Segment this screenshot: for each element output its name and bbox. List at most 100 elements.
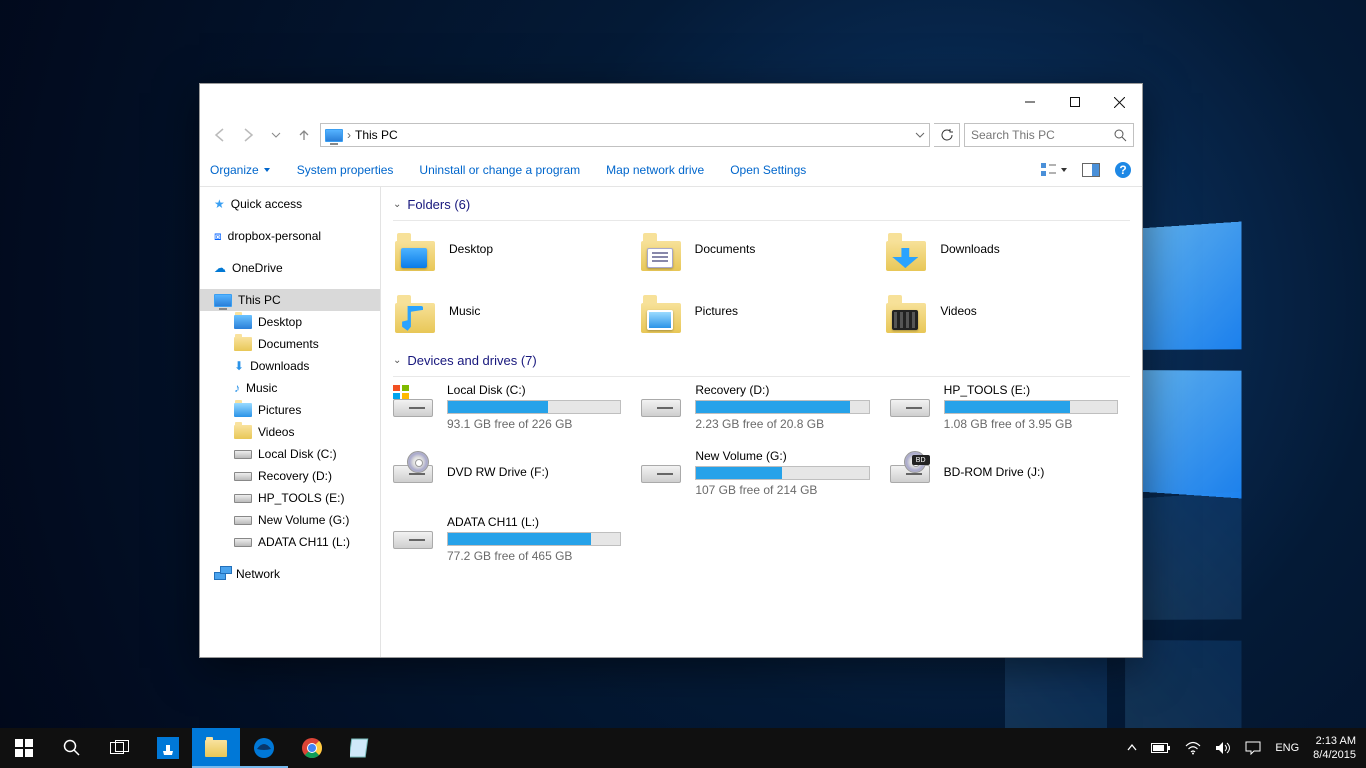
drive-hptools-e[interactable]: HP_TOOLS (E:)1.08 GB free of 3.95 GB <box>890 383 1130 431</box>
folder-music[interactable]: Music <box>393 289 639 333</box>
chevron-down-icon: ⌄ <box>393 199 401 210</box>
usage-bar <box>448 533 591 545</box>
drive-dvd-f[interactable]: DVD RW Drive (F:) <box>393 449 633 497</box>
folder-downloads[interactable]: Downloads <box>884 227 1130 271</box>
hdd-icon <box>234 538 252 547</box>
download-icon: ⬇ <box>234 359 244 373</box>
command-bar: Organize System properties Uninstall or … <box>200 154 1142 187</box>
tray-language[interactable]: ENG <box>1275 742 1299 754</box>
dropbox-icon: ⧈ <box>214 229 222 244</box>
refresh-button[interactable] <box>934 123 960 147</box>
folder-pictures[interactable]: Pictures <box>639 289 885 333</box>
taskbar-app-edge[interactable] <box>240 728 288 768</box>
nav-this-pc[interactable]: This PC <box>200 289 380 311</box>
up-button[interactable] <box>292 123 316 147</box>
music-folder-icon <box>393 289 437 333</box>
folder-desktop[interactable]: Desktop <box>393 227 639 271</box>
hdd-icon <box>393 385 437 421</box>
tray-clock[interactable]: 2:13 AM 8/4/2015 <box>1313 734 1356 762</box>
search-input[interactable]: Search This PC <box>964 123 1134 147</box>
dvd-drive-icon <box>393 451 437 487</box>
preview-pane-button[interactable] <box>1082 163 1100 177</box>
folder-icon <box>234 425 252 439</box>
uninstall-program-button[interactable]: Uninstall or change a program <box>419 163 580 177</box>
usage-bar <box>696 401 849 413</box>
address-bar[interactable]: › This PC <box>320 123 930 147</box>
close-button[interactable] <box>1097 87 1142 117</box>
content-pane: ⌄ Folders (6) Desktop Documents Download… <box>381 187 1142 657</box>
forward-button[interactable] <box>236 123 260 147</box>
nav-onedrive[interactable]: ☁OneDrive <box>200 257 380 279</box>
folder-videos[interactable]: Videos <box>884 289 1130 333</box>
hdd-icon <box>641 385 685 421</box>
documents-folder-icon <box>639 227 683 271</box>
search-icon <box>1114 129 1127 142</box>
star-icon: ★ <box>214 197 225 211</box>
hdd-icon <box>641 451 685 487</box>
file-explorer-window: › This PC Search This PC Organize System… <box>199 83 1143 658</box>
desktop-folder-icon <box>393 227 437 271</box>
this-pc-icon <box>325 129 343 142</box>
usage-bar <box>945 401 1071 413</box>
nav-adata-l[interactable]: ADATA CH11 (L:) <box>200 531 380 553</box>
view-options-button[interactable] <box>1040 162 1068 178</box>
task-view-button[interactable] <box>96 728 144 768</box>
music-icon: ♪ <box>234 381 240 395</box>
tray-show-hidden-icon[interactable] <box>1127 743 1137 753</box>
maximize-button[interactable] <box>1052 87 1097 117</box>
search-placeholder: Search This PC <box>971 128 1055 142</box>
nav-local-disk-c[interactable]: Local Disk (C:) <box>200 443 380 465</box>
tray-wifi-icon[interactable] <box>1185 741 1201 755</box>
tray-volume-icon[interactable] <box>1215 741 1231 755</box>
recent-locations-button[interactable] <box>264 123 288 147</box>
nav-pictures[interactable]: Pictures <box>200 399 380 421</box>
system-tray: ENG 2:13 AM 8/4/2015 <box>1127 734 1366 762</box>
system-properties-button[interactable]: System properties <box>297 163 394 177</box>
open-settings-button[interactable]: Open Settings <box>730 163 806 177</box>
onedrive-icon: ☁ <box>214 261 226 275</box>
taskbar-app-store[interactable] <box>144 728 192 768</box>
window-titlebar[interactable] <box>200 84 1142 120</box>
minimize-button[interactable] <box>1007 87 1052 117</box>
hdd-icon <box>234 450 252 459</box>
drive-bdrom-j[interactable]: BD BD-ROM Drive (J:) <box>890 449 1130 497</box>
nav-videos[interactable]: Videos <box>200 421 380 443</box>
nav-newvolume-g[interactable]: New Volume (G:) <box>200 509 380 531</box>
drive-local-c[interactable]: Local Disk (C:)93.1 GB free of 226 GB <box>393 383 633 431</box>
drive-newvolume-g[interactable]: New Volume (G:)107 GB free of 214 GB <box>641 449 881 497</box>
taskbar: ENG 2:13 AM 8/4/2015 <box>0 728 1366 768</box>
folders-group-header[interactable]: ⌄ Folders (6) <box>393 191 1130 221</box>
help-button[interactable]: ? <box>1114 161 1132 179</box>
drives-group-header[interactable]: ⌄ Devices and drives (7) <box>393 347 1130 377</box>
pictures-folder-icon <box>639 289 683 333</box>
videos-folder-icon <box>884 289 928 333</box>
nav-documents[interactable]: Documents <box>200 333 380 355</box>
nav-dropbox[interactable]: ⧈dropbox-personal <box>200 225 380 247</box>
map-network-drive-button[interactable]: Map network drive <box>606 163 704 177</box>
nav-network[interactable]: Network <box>200 563 380 585</box>
breadcrumb[interactable]: This PC <box>355 128 398 142</box>
usage-bar <box>696 467 782 479</box>
nav-desktop[interactable]: Desktop <box>200 311 380 333</box>
drive-recovery-d[interactable]: Recovery (D:)2.23 GB free of 20.8 GB <box>641 383 881 431</box>
tray-battery-icon[interactable] <box>1151 742 1171 754</box>
nav-music[interactable]: ♪Music <box>200 377 380 399</box>
nav-recovery-d[interactable]: Recovery (D:) <box>200 465 380 487</box>
svg-text:?: ? <box>1119 163 1126 177</box>
back-button[interactable] <box>208 123 232 147</box>
organize-button[interactable]: Organize <box>210 163 271 177</box>
nav-downloads[interactable]: ⬇Downloads <box>200 355 380 377</box>
taskbar-app-notepad[interactable] <box>336 728 384 768</box>
folder-documents[interactable]: Documents <box>639 227 885 271</box>
search-button[interactable] <box>48 728 96 768</box>
start-button[interactable] <box>0 728 48 768</box>
tray-action-center-icon[interactable] <box>1245 741 1261 755</box>
drive-adata-l[interactable]: ADATA CH11 (L:)77.2 GB free of 465 GB <box>393 515 633 563</box>
addr-dropdown-icon[interactable] <box>915 130 925 140</box>
nav-quick-access[interactable]: ★Quick access <box>200 193 380 215</box>
network-icon <box>214 566 230 582</box>
hdd-icon <box>234 494 252 503</box>
nav-hptools-e[interactable]: HP_TOOLS (E:) <box>200 487 380 509</box>
taskbar-app-chrome[interactable] <box>288 728 336 768</box>
taskbar-app-file-explorer[interactable] <box>192 728 240 768</box>
